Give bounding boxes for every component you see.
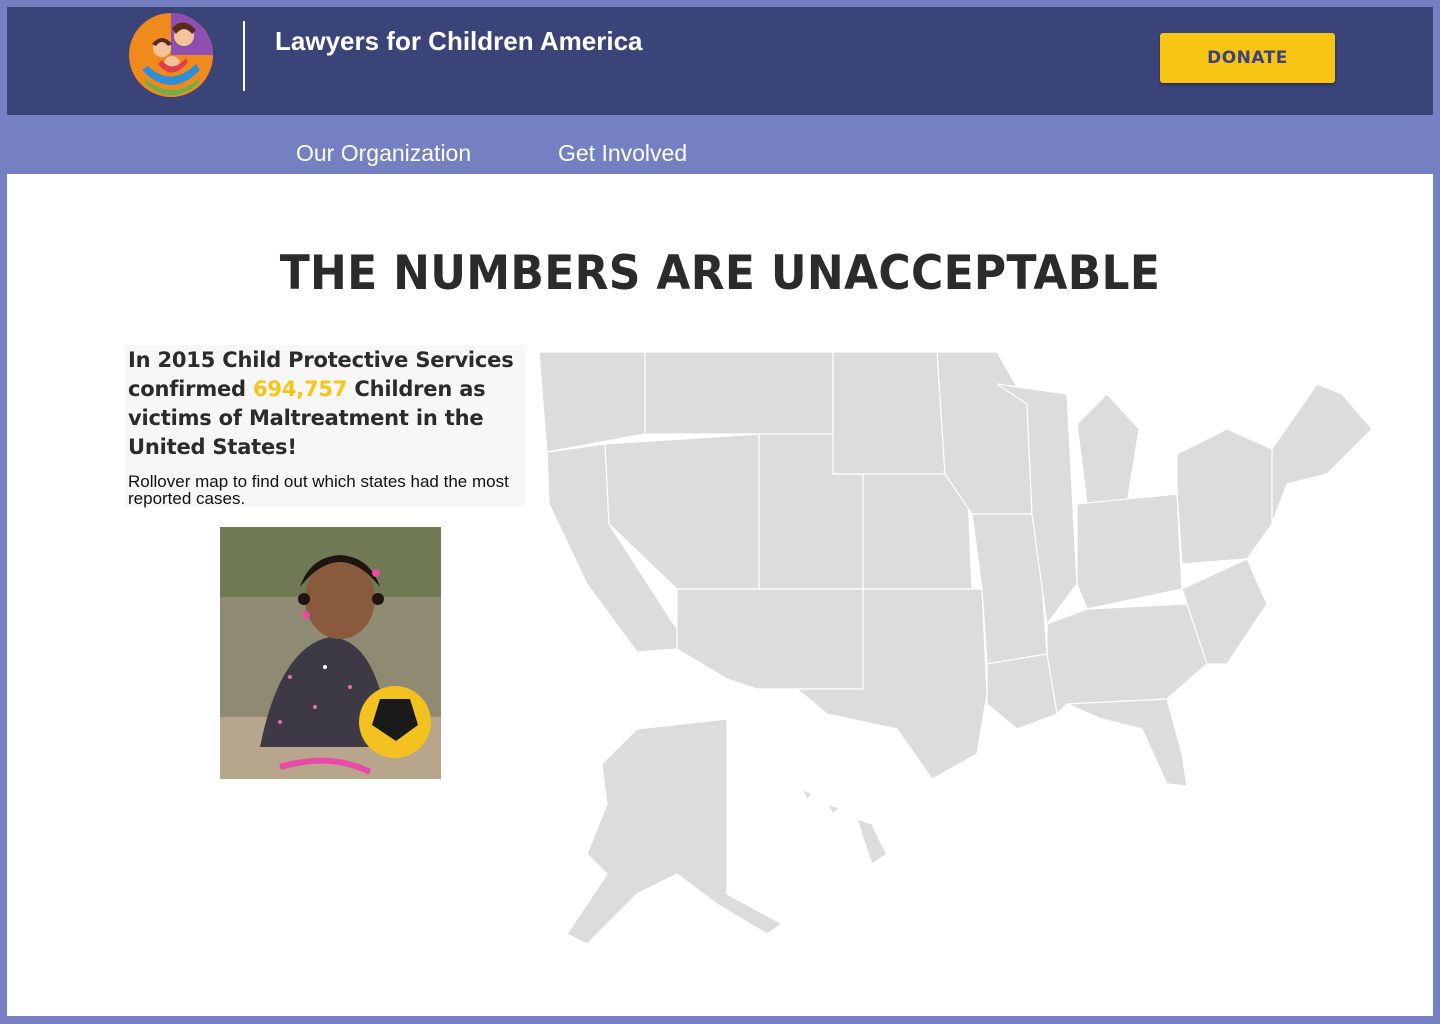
map-state-arizona-newmexico[interactable]	[676, 588, 864, 690]
stat-number: 694,757	[253, 377, 348, 401]
us-states-map[interactable]	[527, 334, 1387, 954]
nav-item-our-organization[interactable]: Our Organization	[296, 140, 471, 167]
stat-text: In 2015 Child Protective Services confir…	[128, 346, 526, 462]
donate-button[interactable]: DONATE	[1160, 33, 1335, 83]
map-state-new-england[interactable]	[1271, 383, 1373, 525]
map-state-michigan[interactable]	[1076, 393, 1140, 505]
site-title[interactable]: Lawyers for Children America	[275, 26, 643, 57]
nav-item-get-involved[interactable]: Get Involved	[558, 140, 687, 167]
map-state-indiana-ohio-kentucky[interactable]	[1076, 493, 1183, 610]
page-headline: THE NUMBERS ARE UNACCEPTABLE	[279, 246, 1161, 302]
child-with-soccer-ball-photo	[220, 527, 441, 779]
main-content: THE NUMBERS ARE UNACCEPTABLE In 2015 Chi…	[7, 174, 1433, 1016]
map-state-florida[interactable]	[1066, 698, 1188, 787]
main-nav: Our Organization Get Involved	[0, 115, 1440, 174]
map-state-hawaii[interactable]	[800, 787, 888, 865]
map-state-idaho-montana[interactable]	[644, 351, 834, 435]
map-state-pennsylvania-newyork[interactable]	[1176, 428, 1273, 565]
map-state-pacific-northwest[interactable]	[538, 351, 646, 453]
header-divider	[243, 21, 245, 91]
site-header: Lawyers for Children America DONATE	[7, 7, 1433, 115]
map-state-louisiana[interactable]	[986, 653, 1058, 730]
stat-box: In 2015 Child Protective Services confir…	[125, 345, 525, 507]
rollover-instruction: Rollover map to find out which states ha…	[128, 472, 509, 508]
map-state-alaska[interactable]	[566, 718, 784, 945]
family-hug-logo[interactable]	[128, 12, 214, 98]
map-state-dakotas[interactable]	[832, 351, 946, 475]
map-state-tennessee-south[interactable]	[1046, 603, 1208, 716]
